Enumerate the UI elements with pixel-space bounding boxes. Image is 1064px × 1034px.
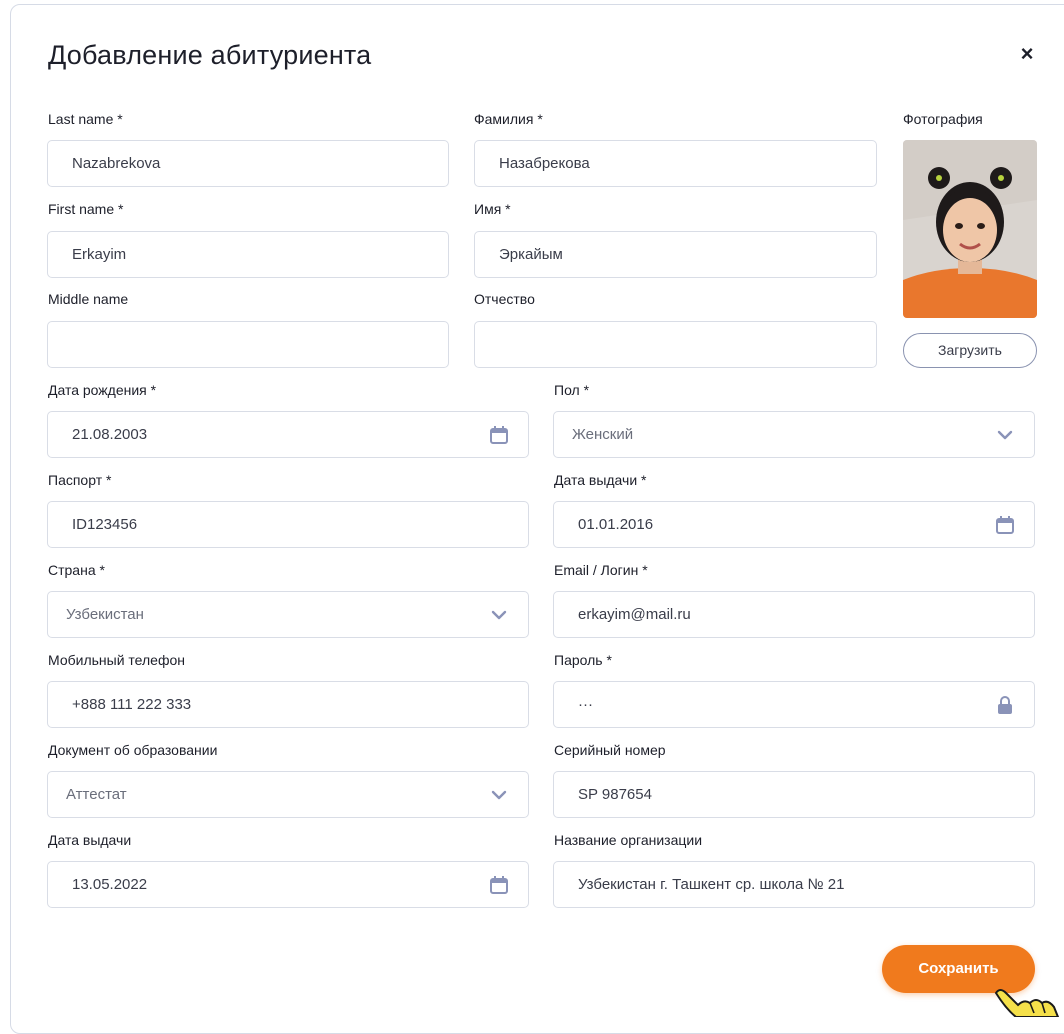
familiya-label: Фамилия * bbox=[474, 111, 543, 127]
passport-value: ID123456 bbox=[72, 516, 138, 533]
serial-label: Серийный номер bbox=[554, 742, 666, 758]
passport-input[interactable]: ID123456 bbox=[47, 501, 529, 548]
password-input[interactable]: ··· bbox=[553, 681, 1035, 728]
serial-value: SP 987654 bbox=[578, 786, 652, 803]
email-label: Email / Логин * bbox=[554, 562, 648, 578]
first-name-input[interactable]: Erkayim bbox=[47, 231, 449, 278]
edu-date-label: Дата выдачи bbox=[48, 832, 132, 848]
first-name-label: First name * bbox=[48, 201, 124, 217]
org-name-value: Узбекистан г. Ташкент ср. школа № 21 bbox=[578, 876, 845, 893]
last-name-value: Nazabrekova bbox=[72, 155, 161, 172]
issue-date-value: 01.01.2016 bbox=[578, 516, 654, 533]
birth-date-value: 21.08.2003 bbox=[72, 426, 148, 443]
chevron-down-icon bbox=[491, 610, 507, 620]
imya-value: Эркайым bbox=[499, 246, 563, 263]
gender-select[interactable]: Женский bbox=[553, 411, 1035, 458]
org-name-input[interactable]: Узбекистан г. Ташкент ср. школа № 21 bbox=[553, 861, 1035, 908]
calendar-icon[interactable] bbox=[994, 514, 1016, 536]
email-value: erkayim@mail.ru bbox=[578, 606, 691, 623]
lock-icon bbox=[998, 696, 1012, 714]
otchestvo-input[interactable] bbox=[474, 321, 877, 368]
birth-date-input[interactable]: 21.08.2003 bbox=[47, 411, 529, 458]
chevron-down-icon bbox=[491, 790, 507, 800]
edu-doc-select[interactable]: Аттестат bbox=[47, 771, 529, 818]
middle-name-input[interactable] bbox=[47, 321, 449, 368]
otchestvo-label: Отчество bbox=[474, 291, 535, 307]
country-label: Страна * bbox=[48, 562, 105, 578]
familiya-value: Назабрекова bbox=[499, 155, 590, 172]
chevron-down-icon bbox=[997, 430, 1013, 440]
birth-date-label: Дата рождения * bbox=[48, 382, 157, 398]
email-input[interactable]: erkayim@mail.ru bbox=[553, 591, 1035, 638]
dialog-title: Добавление абитуриента bbox=[48, 40, 372, 70]
imya-label: Имя * bbox=[474, 201, 511, 217]
last-name-label: Last name * bbox=[48, 111, 123, 127]
edu-doc-label: Документ об образовании bbox=[48, 742, 218, 758]
calendar-icon[interactable] bbox=[488, 874, 510, 896]
phone-input[interactable]: +888 111 222 333 bbox=[47, 681, 529, 728]
edu-date-value: 13.05.2022 bbox=[72, 876, 148, 893]
edu-doc-value: Аттестат bbox=[66, 786, 127, 803]
first-name-value: Erkayim bbox=[72, 246, 127, 263]
serial-input[interactable]: SP 987654 bbox=[553, 771, 1035, 818]
password-value: ··· bbox=[578, 696, 593, 713]
phone-label: Мобильный телефон bbox=[48, 652, 185, 668]
close-icon[interactable]: × bbox=[1013, 40, 1041, 68]
issue-date-input[interactable]: 01.01.2016 bbox=[553, 501, 1035, 548]
password-label: Пароль * bbox=[554, 652, 612, 668]
last-name-input[interactable]: Nazabrekova bbox=[47, 140, 449, 187]
country-select[interactable]: Узбекистан bbox=[47, 591, 529, 638]
gender-value: Женский bbox=[572, 426, 634, 443]
org-name-label: Название организации bbox=[554, 832, 703, 848]
gender-label: Пол * bbox=[554, 382, 590, 398]
photo-label: Фотография bbox=[903, 111, 983, 127]
phone-value: +888 111 222 333 bbox=[72, 696, 192, 713]
middle-name-label: Middle name bbox=[48, 291, 129, 307]
imya-input[interactable]: Эркайым bbox=[474, 231, 877, 278]
issue-date-label: Дата выдачи * bbox=[554, 472, 647, 488]
applicant-photo bbox=[903, 140, 1037, 318]
edu-date-input[interactable]: 13.05.2022 bbox=[47, 861, 529, 908]
passport-label: Паспорт * bbox=[48, 472, 112, 488]
hand-pointer-icon bbox=[994, 989, 1060, 1017]
upload-photo-button[interactable]: Загрузить bbox=[903, 333, 1037, 368]
country-value: Узбекистан bbox=[66, 606, 144, 623]
familiya-input[interactable]: Назабрекова bbox=[474, 140, 877, 187]
calendar-icon[interactable] bbox=[488, 424, 510, 446]
